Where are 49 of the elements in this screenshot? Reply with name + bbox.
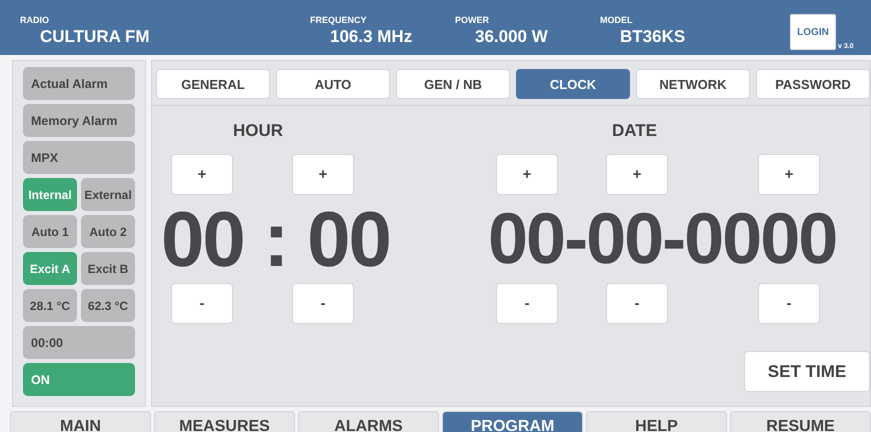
field-label: RADIO <box>20 15 49 25</box>
status-indicator: MPX <box>23 141 135 174</box>
field-label: MODEL <box>600 15 632 25</box>
increment-button[interactable]: + <box>606 154 668 195</box>
date-display: 00-00-0000 <box>488 198 836 281</box>
field-value: BT36KS <box>620 27 686 47</box>
status-indicator: Memory Alarm <box>23 104 135 137</box>
status-indicator: Auto 1 <box>23 215 77 248</box>
increment-button[interactable]: + <box>496 154 558 195</box>
status-indicator: Actual Alarm <box>23 67 135 100</box>
status-indicator: Excit A <box>23 252 77 285</box>
decrement-button[interactable]: - <box>758 283 820 324</box>
nav-tab[interactable]: MAIN <box>10 411 151 432</box>
decrement-button[interactable]: - <box>292 283 354 324</box>
status-indicator: External <box>81 178 135 211</box>
decrement-button[interactable]: - <box>606 283 668 324</box>
field-value: 106.3 MHz <box>330 27 412 47</box>
section-title: HOUR <box>233 121 284 142</box>
field-value: 36.000 W <box>475 27 548 47</box>
status-indicator: ON <box>23 363 135 396</box>
set-time-button[interactable]: SET TIME <box>744 351 870 392</box>
increment-button[interactable]: + <box>292 154 354 195</box>
tab[interactable]: CLOCK <box>516 69 630 99</box>
status-indicator: 00:00 <box>23 326 135 359</box>
tab[interactable]: AUTO <box>276 69 390 99</box>
nav-tab[interactable]: MEASURES <box>154 411 295 432</box>
nav-tab[interactable]: ALARMS <box>298 411 439 432</box>
nav-tab[interactable]: HELP <box>586 411 727 432</box>
decrement-button[interactable]: - <box>496 283 558 324</box>
field-label: FREQUENCY <box>310 15 367 25</box>
field-label: POWER <box>455 15 490 25</box>
section-title: DATE <box>612 121 658 142</box>
tab[interactable]: NETWORK <box>636 69 750 99</box>
tab[interactable]: GEN / NB <box>396 69 510 99</box>
login-button[interactable]: LOGIN <box>790 14 836 50</box>
nav-tab[interactable]: RESUME <box>730 411 871 432</box>
increment-button[interactable]: + <box>758 154 820 195</box>
time-display: 00 : 00 <box>161 195 390 283</box>
tab[interactable]: PASSWORD <box>756 69 870 99</box>
status-indicator: 62.3 °C <box>81 289 135 322</box>
decrement-button[interactable]: - <box>171 283 233 324</box>
nav-tab[interactable]: PROGRAM <box>442 411 583 432</box>
status-indicator: Internal <box>23 178 77 211</box>
field-value: CULTURA FM <box>40 27 150 47</box>
status-indicator: 28.1 °C <box>23 289 77 322</box>
tab[interactable]: GENERAL <box>156 69 270 99</box>
increment-button[interactable]: + <box>171 154 233 195</box>
status-indicator: Excit B <box>81 252 135 285</box>
status-indicator: Auto 2 <box>81 215 135 248</box>
